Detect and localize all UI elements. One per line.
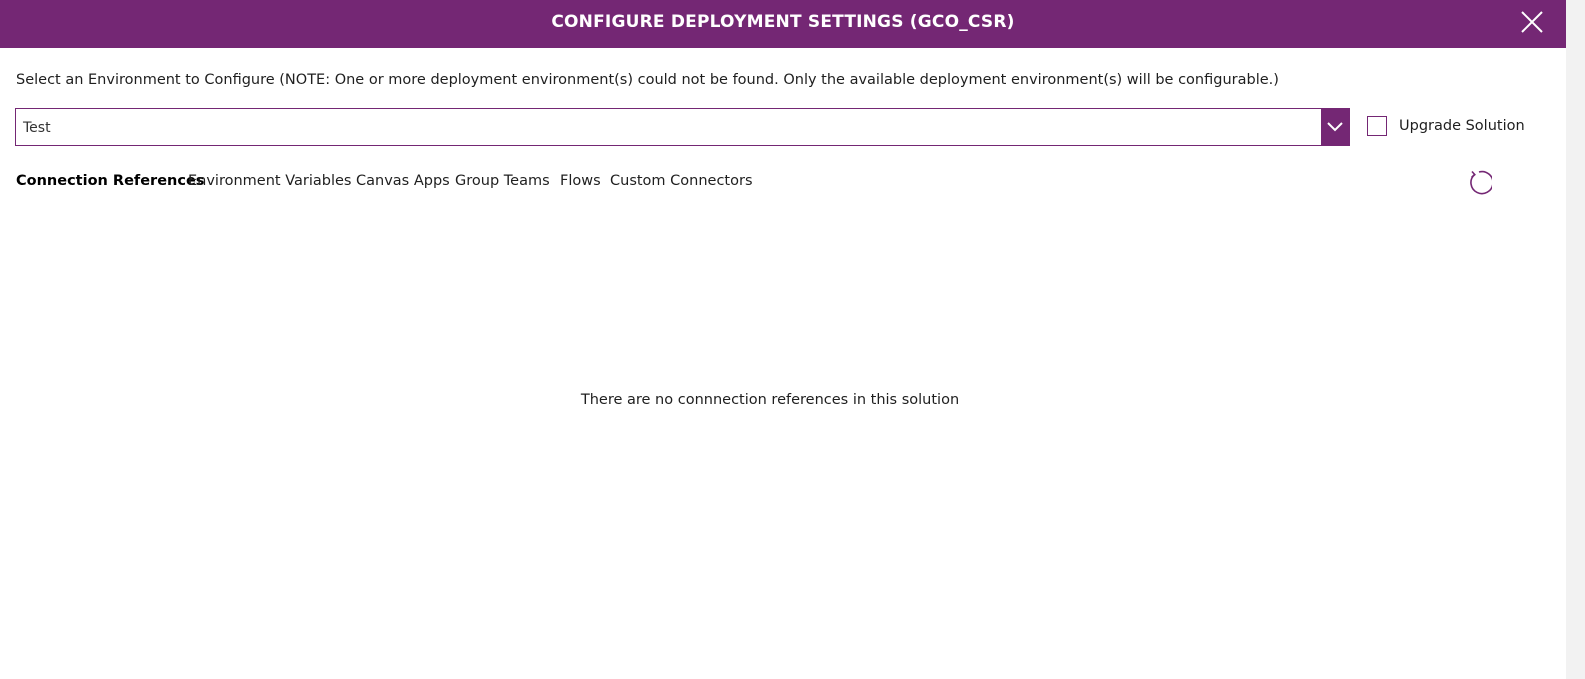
tab-connection-references[interactable]: Connection References xyxy=(16,170,204,192)
page: CONFIGURE DEPLOYMENT SETTINGS (GCO_CSR) … xyxy=(0,0,1585,679)
tab-environment-variables[interactable]: Environment Variables xyxy=(188,170,351,192)
refresh-icon xyxy=(1470,170,1494,195)
environment-instruction: Select an Environment to Configure (NOTE… xyxy=(16,72,1279,88)
tab-canvas-apps[interactable]: Canvas Apps xyxy=(356,170,450,192)
upgrade-solution-checkbox[interactable] xyxy=(1367,116,1387,136)
tab-flows[interactable]: Flows xyxy=(560,170,601,192)
environment-dropdown[interactable]: Test xyxy=(15,108,1350,146)
tab-custom-connectors[interactable]: Custom Connectors xyxy=(610,170,753,192)
dialog-header: CONFIGURE DEPLOYMENT SETTINGS (GCO_CSR) xyxy=(0,0,1566,48)
tab-group-teams[interactable]: Group Teams xyxy=(455,170,550,192)
environment-dropdown-value: Test xyxy=(23,120,51,136)
refresh-button[interactable] xyxy=(1466,170,1494,196)
close-icon xyxy=(1521,11,1543,33)
dropdown-toggle-button[interactable] xyxy=(1321,109,1349,145)
dialog-title: CONFIGURE DEPLOYMENT SETTINGS (GCO_CSR) xyxy=(551,12,1015,32)
empty-state-message: There are no connnection references in t… xyxy=(580,392,960,408)
chevron-down-icon xyxy=(1327,122,1343,132)
close-button[interactable] xyxy=(1518,8,1546,36)
configure-deployment-dialog: CONFIGURE DEPLOYMENT SETTINGS (GCO_CSR) … xyxy=(0,0,1566,679)
upgrade-solution-label: Upgrade Solution xyxy=(1399,118,1525,134)
